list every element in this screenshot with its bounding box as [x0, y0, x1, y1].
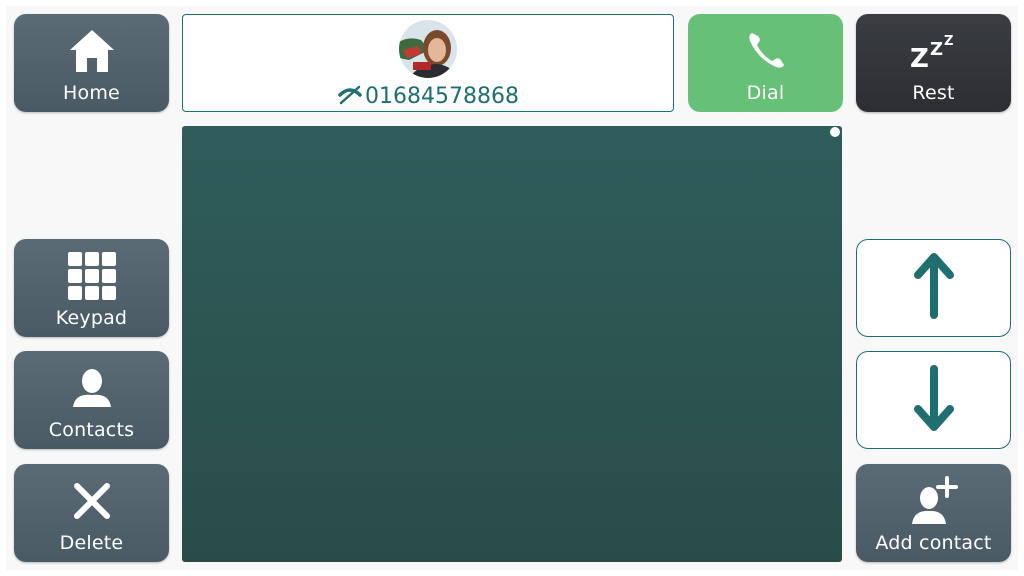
phone-number-text: 01684578868 — [365, 83, 519, 109]
keypad-button[interactable]: Keypad — [14, 239, 169, 337]
keypad-label: Keypad — [55, 307, 128, 329]
dial-label: Dial — [746, 82, 785, 104]
content-panel[interactable] — [182, 126, 842, 562]
svg-text:Z: Z — [930, 39, 943, 60]
number-line: 01684578868 — [337, 81, 519, 111]
scroll-up-button[interactable] — [856, 239, 1011, 337]
add-person-icon — [909, 464, 959, 532]
arrow-up-icon — [913, 253, 954, 323]
svg-text:Z: Z — [910, 44, 929, 71]
add-contact-label: Add contact — [875, 532, 992, 554]
add-contact-button[interactable]: Add contact — [856, 464, 1011, 562]
phone-off-icon — [337, 81, 363, 111]
home-button[interactable]: Home — [14, 14, 169, 112]
panel-indicator-dot — [830, 127, 840, 137]
phone-handset-icon — [744, 14, 788, 82]
delete-button[interactable]: Delete — [14, 464, 169, 562]
person-icon — [71, 351, 113, 419]
home-icon — [68, 14, 116, 82]
scroll-down-button[interactable] — [856, 351, 1011, 449]
sleep-zzz-icon: Z Z Z — [910, 14, 958, 82]
keypad-grid-icon — [67, 239, 117, 307]
rest-label: Rest — [912, 82, 955, 104]
svg-text:Z: Z — [944, 34, 953, 49]
number-display: 01684578868 — [182, 14, 674, 112]
contacts-label: Contacts — [48, 419, 135, 441]
x-icon — [73, 464, 111, 532]
contacts-button[interactable]: Contacts — [14, 351, 169, 449]
delete-label: Delete — [59, 532, 124, 554]
rest-button[interactable]: Z Z Z Rest — [856, 14, 1011, 112]
home-label: Home — [63, 82, 120, 104]
contact-avatar — [399, 20, 457, 78]
arrow-down-icon — [913, 365, 954, 435]
dial-button[interactable]: Dial — [688, 14, 843, 112]
